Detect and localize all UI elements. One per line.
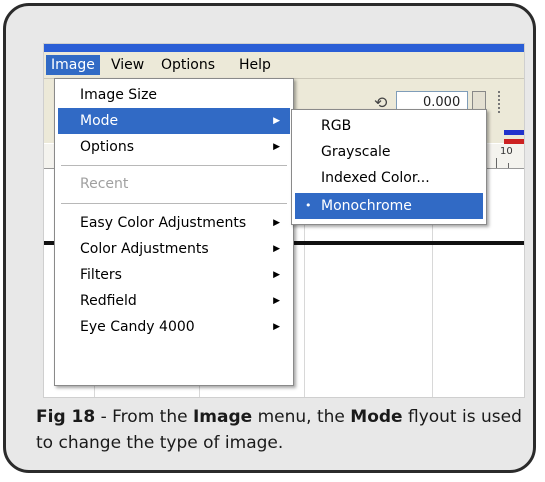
figure-caption: Fig 18 - From the Image menu, the Mode f…: [36, 404, 526, 456]
caption-text: - From the: [95, 407, 193, 427]
menu-item-image-size[interactable]: Image Size: [58, 82, 290, 108]
menu-item-label: Redfield: [80, 293, 137, 309]
window-title-strip: [44, 44, 524, 52]
menu-item-mode[interactable]: Mode ▶: [58, 108, 290, 134]
menu-view[interactable]: View: [106, 55, 149, 75]
menubar: Image View Options Help: [44, 52, 524, 79]
submenu-item-indexed-color[interactable]: Indexed Color...: [295, 165, 483, 191]
submenu-arrow-icon: ▶: [273, 116, 280, 126]
caption-text: menu, the: [252, 407, 351, 427]
menu-item-filters[interactable]: Filters ▶: [58, 262, 290, 288]
submenu-item-rgb[interactable]: RGB: [295, 113, 483, 139]
menu-item-redfield[interactable]: Redfield ▶: [58, 288, 290, 314]
ruler-tick: [508, 163, 509, 168]
menu-item-label: Mode: [80, 113, 119, 129]
caption-emphasis-mode: Mode: [350, 407, 403, 427]
submenu-arrow-icon: ▶: [273, 270, 280, 280]
ruler-label: 10: [500, 146, 513, 157]
menu-item-options[interactable]: Options ▶: [58, 134, 290, 160]
submenu-arrow-icon: ▶: [273, 142, 280, 152]
ruler-tick: [496, 158, 497, 168]
menu-item-label: Eye Candy 4000: [80, 319, 195, 335]
toolbar-grip[interactable]: [498, 91, 503, 113]
foreground-swatch[interactable]: [504, 130, 524, 135]
menu-item-label: Options: [80, 139, 135, 155]
menu-item-label: Color Adjustments: [80, 241, 209, 257]
menu-separator: [61, 165, 287, 166]
menu-item-label: Easy Color Adjustments: [80, 215, 247, 231]
submenu-item-label: Grayscale: [321, 144, 391, 160]
menu-item-easy-color-adjustments[interactable]: Easy Color Adjustments ▶: [58, 210, 290, 236]
menu-separator: [61, 203, 287, 204]
menu-image[interactable]: Image: [46, 55, 100, 75]
submenu-arrow-icon: ▶: [273, 322, 280, 332]
submenu-item-label: Monochrome: [321, 198, 412, 214]
menu-item-eye-candy-4000[interactable]: Eye Candy 4000 ▶: [58, 314, 290, 340]
menu-options[interactable]: Options: [156, 55, 220, 75]
submenu-item-grayscale[interactable]: Grayscale: [295, 139, 483, 165]
menu-help[interactable]: Help: [234, 55, 276, 75]
submenu-arrow-icon: ▶: [273, 296, 280, 306]
menu-item-label: Image Size: [80, 87, 158, 103]
caption-fig-label: Fig 18: [36, 407, 96, 427]
mode-flyout-submenu: RGB Grayscale Indexed Color... • Monochr…: [291, 109, 487, 225]
submenu-item-label: Indexed Color...: [321, 170, 430, 186]
submenu-item-label: RGB: [321, 118, 352, 134]
menu-item-recent: Recent: [58, 171, 290, 197]
submenu-arrow-icon: ▶: [273, 218, 280, 228]
submenu-item-monochrome[interactable]: • Monochrome: [295, 193, 483, 219]
menu-item-label: Filters: [80, 267, 122, 283]
app-screenshot: Image View Options Help ⟲ 0.000 10 Image…: [43, 43, 525, 398]
caption-emphasis-image: Image: [192, 407, 253, 427]
submenu-arrow-icon: ▶: [273, 244, 280, 254]
figure-card: Image View Options Help ⟲ 0.000 10 Image…: [3, 3, 536, 473]
menu-item-label: Recent: [80, 176, 129, 192]
image-menu-dropdown: Image Size Mode ▶ Options ▶ Recent Easy …: [54, 78, 294, 386]
menu-item-color-adjustments[interactable]: Color Adjustments ▶: [58, 236, 290, 262]
radio-bullet-icon: •: [305, 199, 312, 212]
